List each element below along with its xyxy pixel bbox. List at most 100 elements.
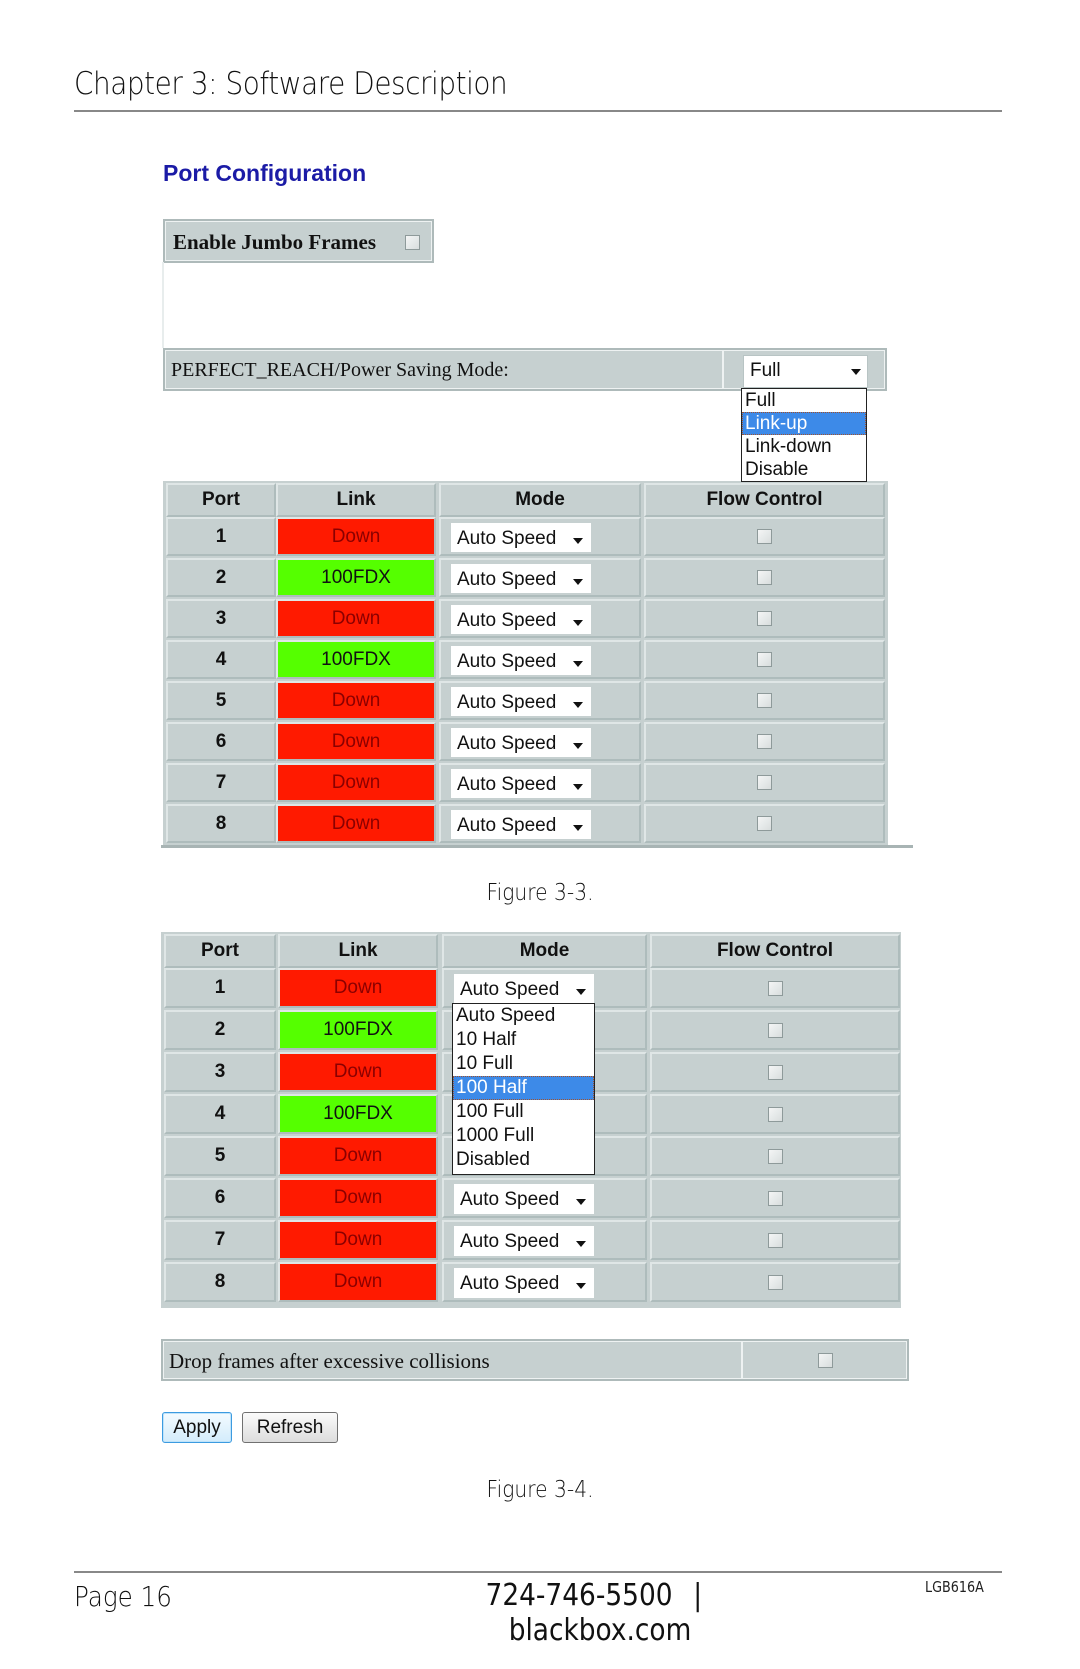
chevron-down-icon [573,825,583,831]
drop-frames-label: Drop frames after excessive collisions [169,1349,490,1373]
flow-control-checkbox[interactable] [767,1064,783,1080]
link-status: Down [278,1136,438,1176]
flow-control-cell [644,640,885,679]
mode-select[interactable]: Auto Speed [451,523,591,552]
chevron-down-icon [573,620,583,626]
document-code: LGB616A [925,1578,984,1596]
flow-control-checkbox[interactable] [767,1022,783,1038]
power-saving-label: PERFECT_REACH/Power Saving Mode: [171,359,509,381]
port-number: 8 [166,804,276,843]
mode-cell: Auto Speed [442,1262,647,1302]
mode-option[interactable]: Disabled [453,1148,594,1172]
header-rule [74,110,1002,112]
flow-control-cell [650,1052,900,1092]
mode-selected-value: Auto Speed [457,733,557,754]
footer-rule [74,1571,1002,1573]
mode-select[interactable]: Auto Speed [451,605,591,634]
power-saving-select[interactable]: Full [743,355,868,388]
mode-option[interactable]: 1000 Full [453,1124,594,1148]
chevron-down-icon [573,661,583,667]
flow-control-cell [650,1178,900,1218]
port-number: 3 [164,1052,276,1092]
link-status: Down [278,1220,438,1260]
flow-control-checkbox[interactable] [767,980,783,996]
mode-select[interactable]: Auto Speed [451,810,591,839]
mode-option[interactable]: 10 Full [453,1052,594,1076]
mode-selected-value: Auto Speed [457,692,557,713]
flow-control-checkbox[interactable] [757,570,772,585]
mode-cell: Auto Speed [439,722,641,761]
refresh-button[interactable]: Refresh [242,1412,338,1443]
mode-selected-value: Auto Speed [457,569,557,590]
flow-control-checkbox[interactable] [757,775,772,790]
flow-control-checkbox[interactable] [767,1190,783,1206]
flow-control-checkbox[interactable] [757,652,772,667]
chevron-down-icon [576,1283,586,1289]
link-status: Down [276,599,436,638]
port-number: 7 [164,1220,276,1260]
mode-select[interactable]: Auto Speed [454,1184,594,1214]
mode-select[interactable]: Auto Speed [454,974,594,1004]
flow-control-cell [644,517,885,556]
power-saving-option-highlighted[interactable]: Link-up [742,412,866,435]
column-header: Link [276,483,436,517]
mode-option[interactable]: 10 Half [453,1028,594,1052]
port-number: 1 [164,968,276,1008]
flow-control-checkbox[interactable] [767,1148,783,1164]
flow-control-checkbox[interactable] [767,1274,783,1290]
flow-control-checkbox[interactable] [757,816,772,831]
column-header: Mode [439,483,641,517]
flow-control-cell [644,804,885,843]
mode-option[interactable]: Auto Speed [453,1004,594,1028]
mode-select[interactable]: Auto Speed [451,728,591,757]
mode-cell: Auto Speed [439,558,641,597]
mode-cell: Auto Speed [442,1178,647,1218]
flow-control-cell [644,722,885,761]
mode-option[interactable]: 100 Half [453,1076,594,1100]
page-number: Page 16 [74,1580,172,1613]
mode-option[interactable]: 100 Full [453,1100,594,1124]
flow-control-checkbox[interactable] [757,611,772,626]
chapter-title: Chapter 3: Software Description [74,66,508,102]
flow-control-checkbox[interactable] [767,1106,783,1122]
column-header: Flow Control [644,483,885,517]
flow-control-cell [650,1010,900,1050]
link-status: 100FDX [276,558,436,597]
footer-separator: | [693,1578,703,1613]
mode-select[interactable]: Auto Speed [451,769,591,798]
panel-left-border [162,262,164,348]
mode-cell: Auto Speed [439,640,641,679]
flow-control-checkbox[interactable] [757,693,772,708]
power-saving-option[interactable]: Full [742,389,866,412]
flow-control-cell [644,681,885,720]
apply-button[interactable]: Apply [162,1412,232,1443]
mode-selected-value: Auto Speed [460,1273,560,1294]
chevron-down-icon [576,989,586,995]
mode-select[interactable]: Auto Speed [451,646,591,675]
mode-cell: Auto Speed [439,681,641,720]
page-title: Port Configuration [163,160,367,186]
port-number: 3 [166,599,276,638]
mode-select[interactable]: Auto Speed [454,1226,594,1256]
mode-selected-value: Auto Speed [457,610,557,631]
mode-cell: Auto Speed [439,763,641,802]
flow-control-cell [644,558,885,597]
phone-number: 724-746-5500 [485,1578,673,1613]
mode-select[interactable]: Auto Speed [451,687,591,716]
flow-control-checkbox[interactable] [757,529,772,544]
mode-select[interactable]: Auto Speed [454,1268,594,1298]
power-saving-option[interactable]: Link-down [742,435,866,458]
port-number: 2 [166,558,276,597]
mode-selected-value: Auto Speed [457,651,557,672]
flow-control-cell [650,1136,900,1176]
port-number: 5 [166,681,276,720]
power-saving-option[interactable]: Disable [742,458,866,481]
jumbo-frames-label: Enable Jumbo Frames [173,230,377,254]
jumbo-frames-checkbox[interactable] [405,235,420,250]
flow-control-cell [650,968,900,1008]
mode-select[interactable]: Auto Speed [451,564,591,593]
column-header: Port [166,483,276,517]
drop-frames-checkbox[interactable] [818,1353,833,1368]
flow-control-checkbox[interactable] [757,734,772,749]
flow-control-checkbox[interactable] [767,1232,783,1248]
